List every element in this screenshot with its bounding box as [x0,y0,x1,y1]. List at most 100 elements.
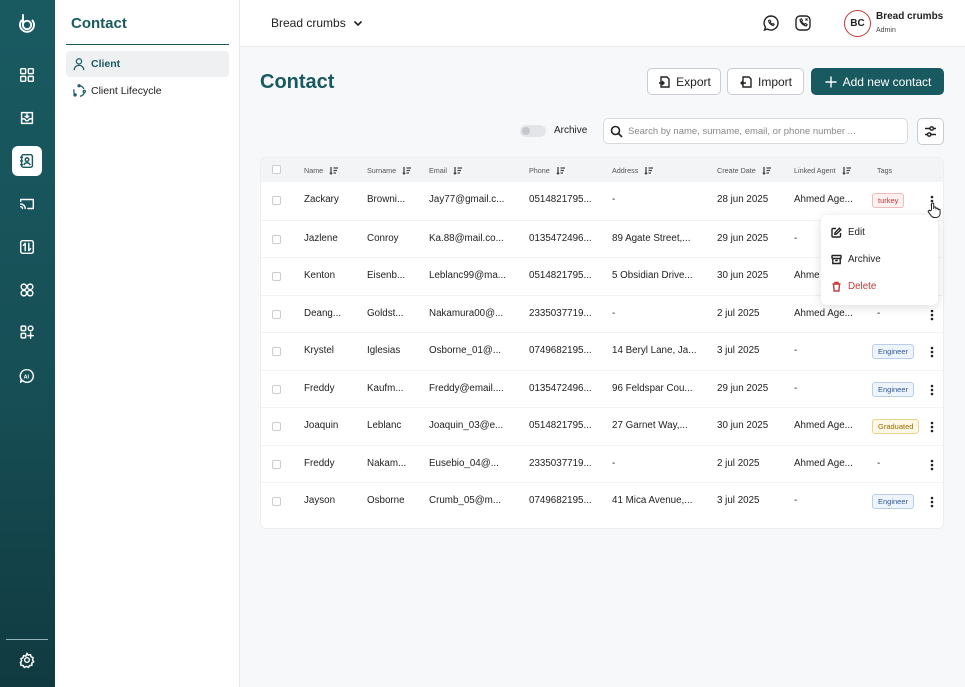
row-menu-button[interactable] [927,458,937,472]
row-checkbox[interactable] [272,234,281,244]
menu-item-label: Edit [848,227,865,238]
cell-agent: Ahmed Age... [794,194,853,205]
cell-date: 3 jul 2025 [717,495,760,506]
search-box[interactable] [603,118,908,144]
call-settings-icon[interactable] [794,14,812,32]
column-header-name[interactable]: Name [304,166,339,175]
logo-icon[interactable] [12,8,42,38]
column-label: Address [612,166,639,175]
column-label: Email [429,166,447,175]
row-menu-button[interactable] [927,345,937,359]
contacts-icon[interactable] [12,146,42,176]
cell-phone: 2335037719... [529,307,592,319]
import-button[interactable]: Import [727,68,804,95]
column-label: Create Date [717,166,756,175]
transfer-icon[interactable] [12,232,42,262]
export-button[interactable]: Export [647,68,721,95]
row-action-menu: Edit Archive Delete [821,215,938,305]
row-checkbox[interactable] [272,497,281,506]
cast-icon[interactable] [12,189,42,219]
cell-email: Jay77@gmail.c... [429,194,505,205]
cell-email: Eusebio_04@... [429,457,499,469]
column-header-phone[interactable]: Phone [529,166,565,175]
add-new-contact-button[interactable]: Add new contact [811,68,944,95]
row-checkbox[interactable] [272,309,281,319]
ai-icon[interactable]: AI [12,361,42,391]
menu-item-archive[interactable]: Archive [831,254,881,265]
settings-icon[interactable] [12,645,42,675]
tag-badge: Graduated [872,419,920,434]
tag-badge: Engineer [872,381,915,397]
column-header-create-date[interactable]: Create Date [717,166,771,175]
row-checkbox[interactable] [272,459,281,469]
cell-date: 3 jul 2025 [717,345,760,356]
column-header-address[interactable]: Address [612,166,654,175]
cell-phone: 0514821795... [529,420,592,431]
row-menu-button[interactable] [927,308,937,322]
column-header-email[interactable]: Email [429,166,462,175]
svg-text:AI: AI [24,374,30,380]
search-input[interactable] [628,125,898,137]
table-row[interactable]: Freddy Nakam... Eusebio_04@... 2335037719..… [261,444,943,483]
cell-email: Joaquin_03@e... [429,420,504,431]
dashboard-icon[interactable] [12,60,42,90]
tag-badge: Engineer [872,494,915,509]
table-row[interactable]: Freddy Kaufm... Freddy@email.... 0135472496… [261,369,943,408]
table-row[interactable]: Joaquin Leblanc Joaquin_03@e... 0514821795.… [261,407,943,445]
row-checkbox[interactable] [272,384,281,394]
sort-icon [556,167,565,175]
user-role: Admin [876,27,896,34]
row-menu-button[interactable] [927,420,937,434]
cell-date: 30 jun 2025 [717,270,769,281]
breadcrumb[interactable]: Bread crumbs [271,16,364,30]
cell-phone: 0514821795... [529,194,592,205]
cell-date: 28 jun 2025 [717,194,769,205]
apps-icon[interactable] [12,275,42,305]
row-menu-button[interactable] [927,383,937,397]
avatar[interactable]: BC [844,10,871,37]
cell-phone: 0749682195... [529,495,592,506]
menu-item-delete[interactable]: Delete [831,281,876,292]
cell-agent: - [794,495,798,506]
sort-icon [841,167,851,175]
plus-icon [825,76,837,87]
tag-badge: Engineer [872,344,915,359]
menu-item-edit[interactable]: Edit [831,227,865,238]
add-apps-icon[interactable] [12,317,42,347]
import-icon [739,75,752,88]
cell-surname: Goldst... [367,307,404,319]
row-checkbox[interactable] [272,422,281,431]
sidebar-item-client[interactable]: Client [66,51,229,77]
cell-surname: Nakam... [367,457,407,469]
cell-phone: 0749682195... [529,345,592,356]
column-header-linked-agent[interactable]: Linked Agent [794,166,851,175]
table-row[interactable]: Zackary Browni... Jay77@gmail.c... 05148217… [261,182,943,220]
cell-surname: Osborne [367,495,405,506]
whatsapp-icon[interactable] [762,14,780,32]
cell-address: - [612,457,616,469]
rail-divider [6,639,48,640]
menu-item-label: Archive [848,254,881,265]
row-menu-button[interactable] [927,495,937,509]
top-bar: Bread crumbs BC Bread crumbs Admin [240,0,965,47]
filter-button[interactable] [917,118,944,145]
table-row[interactable]: Jayson Osborne Crumb_05@m... 0749682195... 4… [261,482,943,520]
table-header: Name Surname Email Phone Address Create … [261,158,943,182]
column-header-surname[interactable]: Surname [367,166,412,175]
inbox-icon[interactable] [12,103,42,133]
user-icon [73,58,85,71]
add-new-contact-label: Add new contact [842,74,932,89]
row-checkbox[interactable] [272,272,281,281]
cell-address: 27 Garnet Way,... [612,420,688,431]
row-checkbox[interactable] [272,347,281,356]
cell-tag: - [877,457,881,469]
cell-agent: Ahmed Age... [794,420,853,431]
row-checkbox[interactable] [272,196,281,205]
table-row[interactable]: Krystel Iglesias Osborne_01@... 0749682195.… [261,332,943,370]
select-all-checkbox[interactable] [272,165,281,174]
trash-icon [832,281,841,292]
cell-address: 5 Obsidian Drive... [612,270,693,281]
cycle-icon [73,84,86,97]
cell-name: Freddy [304,457,335,469]
sidebar-item-client-lifecycle[interactable]: Client Lifecycle [66,78,229,104]
